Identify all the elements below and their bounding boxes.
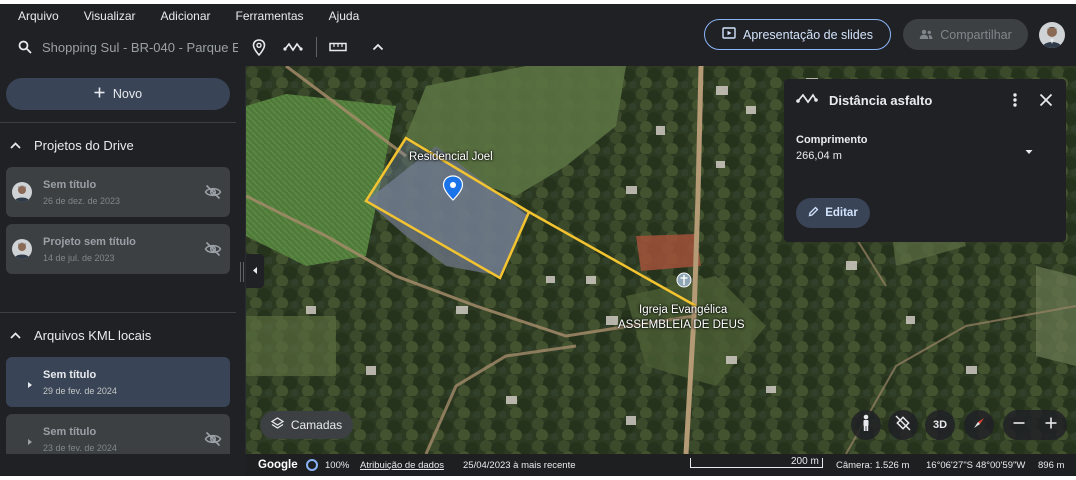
share-label: Compartilhar [940,27,1012,42]
layers-button[interactable]: Camadas [260,411,353,439]
imagery-date: 25/04/2023 à mais recente [463,460,576,471]
scale-label: 200 m [791,456,819,467]
caret-right-icon[interactable] [26,434,34,445]
card-title: Sem título [43,179,97,191]
card-date: 26 de dez. de 2023 [43,196,121,206]
chevron-up-icon[interactable] [365,34,391,60]
menu-adicionar[interactable]: Adicionar [161,9,211,23]
caret-left-icon [252,262,258,280]
close-icon[interactable] [1036,90,1056,110]
card-date: 29 de fev. de 2024 [43,386,117,396]
new-button-label: Novo [112,87,143,101]
search-input[interactable] [42,39,238,55]
map-label-igreja: Igreja Evangélica [639,304,728,316]
rotate-view-icon [894,414,912,437]
new-button[interactable]: Novo [6,78,230,110]
zoom-controls [1003,410,1067,440]
sidebar-footer [0,454,246,476]
chevron-up-icon[interactable] [8,328,22,342]
ruler-icon[interactable] [325,34,351,60]
tilt-view-button[interactable] [888,410,918,440]
church-marker-icon[interactable] [676,272,692,288]
map-label-igreja-name: ASSEMBLEIA DE DEUS [618,319,745,331]
zoom-in-icon[interactable] [1044,416,1058,435]
map-label-residencial: Residencial Joel [409,151,493,163]
section-drive-projects[interactable]: Projetos do Drive [0,130,236,160]
edit-button[interactable]: Editar [796,198,870,228]
project-card[interactable]: Sem título 26 de dez. de 2023 [6,167,230,217]
collapse-sidebar-button[interactable] [246,254,264,288]
slideshow-button[interactable]: Apresentação de slides [704,19,891,50]
section-title: Projetos do Drive [34,137,134,153]
elevation: 896 m [1038,460,1065,471]
3d-label: 3D [932,419,948,431]
project-card[interactable]: Projeto sem título 14 de jul. de 2023 [6,224,230,274]
distance-panel: Distância asfalto Comprimento 266,04 m E… [784,79,1066,242]
pegman-icon [860,414,872,437]
more-vert-icon[interactable] [1006,90,1024,110]
toolbar-divider [316,37,317,57]
loading-ring-icon [306,459,318,471]
placemark-icon[interactable] [246,34,272,60]
compass-button[interactable] [964,410,994,440]
visibility-off-icon[interactable] [204,183,222,201]
window-edge [0,476,1076,480]
edit-label: Editar [825,207,858,219]
menu-ferramentas[interactable]: Ferramentas [236,9,304,23]
card-title: Sem título [43,369,97,381]
caret-right-icon[interactable] [26,377,34,388]
avatar [12,182,32,202]
kml-card[interactable]: Sem título 29 de fev. de 2024 [6,357,230,407]
card-date: 14 de jul. de 2023 [43,253,115,263]
plus-icon [94,87,105,101]
card-title: Projeto sem título [43,236,136,248]
units-dropdown-icon[interactable] [1024,143,1034,154]
section-title: Arquivos KML locais [34,327,152,343]
panel-title: Distância asfalto [829,93,933,108]
search-bar [6,31,396,63]
visibility-off-icon[interactable] [204,240,222,258]
slideshow-icon [722,27,736,42]
pencil-icon [808,206,819,220]
section-local-kml[interactable]: Arquivos KML locais [0,320,236,350]
length-value: 266,04 m [796,150,842,162]
camera-altitude: Câmera: 1.526 m [836,460,910,471]
menu-bar: Arquivo Visualizar Adicionar Ferramentas… [0,4,384,28]
status-bar: Google 100% Atribuição de dados 25/04/20… [246,454,1076,476]
search-icon[interactable] [14,36,36,58]
data-attribution-link[interactable]: Atribuição de dados [360,460,444,471]
avatar [12,239,32,259]
zoom-out-icon[interactable] [1012,416,1026,435]
visibility-off-icon[interactable] [204,430,222,448]
menu-visualizar[interactable]: Visualizar [84,9,136,23]
google-logo: Google [258,459,298,471]
people-icon [919,28,933,42]
length-label: Comprimento [796,134,868,146]
path-icon [796,91,818,109]
account-avatar[interactable] [1039,22,1065,48]
load-percentage: 100% [325,460,350,471]
street-view-button[interactable] [851,410,881,440]
chevron-up-icon[interactable] [8,138,22,152]
sidebar-divider [0,122,236,123]
cursor-coordinates: 16°06'27"S 48°00'59"W [926,460,1026,471]
card-date: 23 de fev. de 2024 [43,443,117,453]
layers-icon [270,417,285,433]
card-title: Sem título [43,426,97,438]
sidebar: Novo Projetos do Drive Sem título 26 de … [0,66,246,464]
share-button[interactable]: Compartilhar [903,19,1028,50]
layers-label: Camadas [290,418,343,432]
menu-arquivo[interactable]: Arquivo [18,9,59,23]
menu-ajuda[interactable]: Ajuda [329,9,360,23]
top-bar: Arquivo Visualizar Adicionar Ferramentas… [0,4,1076,66]
3d-toggle-button[interactable]: 3D [925,410,955,440]
slideshow-label: Apresentação de slides [743,27,873,42]
path-icon[interactable] [280,34,306,60]
sidebar-resize-handle[interactable] [240,262,244,282]
sidebar-divider [0,312,236,313]
compass-icon [970,414,988,437]
